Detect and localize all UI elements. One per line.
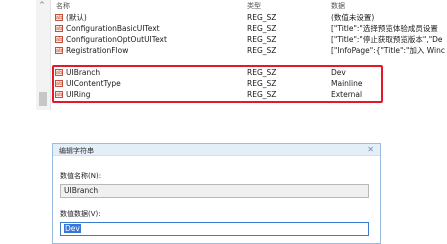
value-name: ConfigurationBasicUIText [66,24,160,33]
value-type: REG_SZ [247,46,277,55]
list-header: 名称 类型 数据 [52,0,447,11]
column-header-data[interactable]: 数据 [331,1,345,11]
table-row[interactable]: ab ConfigurationBasicUIText REG_SZ ["Tit… [52,23,447,34]
table-row[interactable]: ab RegistrationFlow REG_SZ ["InfoPage":{… [52,45,447,56]
selected-text[interactable]: Dev [64,224,81,233]
value-name: ConfigurationOptOutUIText [66,35,167,44]
table-row[interactable]: ab (默认) REG_SZ (数值未设置) [52,12,447,23]
dialog-titlebar[interactable]: 编辑字符串 ✕ [53,144,380,156]
value-name: (默认) [66,13,87,22]
value-name: RegistrationFlow [66,46,129,55]
ab-string-icon: ab [55,36,63,43]
value-data: ["Title":"选择预览体验成员设置 [331,24,438,33]
close-icon[interactable]: ✕ [367,145,374,154]
value-type: REG_SZ [247,24,277,33]
scrollbar-thumb[interactable] [39,92,47,106]
column-header-type[interactable]: 类型 [247,1,261,11]
value-name-label: 数值名称(N): [60,172,102,180]
edit-string-dialog: 编辑字符串 ✕ 数值名称(N): UIBranch 数值数据(V): Dev [52,143,381,244]
value-data: ["InfoPage":{"Title":"加入 Winc [331,46,446,55]
scroll-up-icon[interactable]: ^ [39,1,45,9]
ab-string-icon: ab [55,14,63,21]
tree-scrollbar[interactable]: ^ [36,0,51,110]
dialog-title: 编辑字符串 [59,147,94,155]
column-header-name[interactable]: 名称 [56,1,70,11]
highlight-box [52,65,383,103]
value-data-label: 数值数据(V): [60,210,101,218]
value-data: ["Title":"停止获取预览版本","De [331,35,443,44]
ab-string-icon: ab [55,47,63,54]
value-type: REG_SZ [247,35,277,44]
ab-string-icon: ab [55,25,63,32]
table-row[interactable]: ab ConfigurationOptOutUIText REG_SZ ["Ti… [52,34,447,45]
value-type: REG_SZ [247,13,277,22]
value-name-field: UIBranch [60,184,369,198]
value-data-field[interactable]: Dev [60,222,369,236]
value-data: (数值未设置) [331,13,375,22]
